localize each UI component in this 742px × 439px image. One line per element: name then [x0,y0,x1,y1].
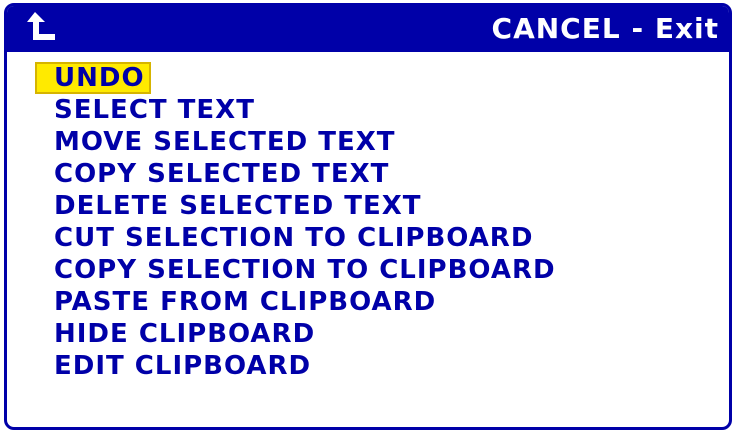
menu-item-undo[interactable]: UNDO [35,62,151,94]
menu-item-paste-from-clipboard[interactable]: PASTE FROM CLIPBOARD [35,286,560,318]
back-button[interactable] [25,10,61,44]
menu-item-edit-clipboard[interactable]: EDIT CLIPBOARD [35,350,560,382]
menu-list: UNDO SELECT TEXT MOVE SELECTED TEXT COPY… [35,62,560,382]
menu-item-undo-row: UNDO [35,62,560,94]
menu-item-delete-selected-text[interactable]: DELETE SELECTED TEXT [35,190,560,222]
menu-item-hide-clipboard[interactable]: HIDE CLIPBOARD [35,318,560,350]
edit-menu-window: CANCEL - Exit UNDO SELECT TEXT MOVE SELE… [4,3,732,430]
menu-item-copy-selected-text[interactable]: COPY SELECTED TEXT [35,158,560,190]
menu-item-cut-selection-to-clipboard[interactable]: CUT SELECTION TO CLIPBOARD [35,222,560,254]
title-bar: CANCEL - Exit [7,6,729,52]
menu-item-copy-selection-to-clipboard[interactable]: COPY SELECTION TO CLIPBOARD [35,254,560,286]
back-arrow-icon [27,12,55,40]
menu-item-select-text[interactable]: SELECT TEXT [35,94,560,126]
menu-item-move-selected-text[interactable]: MOVE SELECTED TEXT [35,126,560,158]
window-title: CANCEL - Exit [491,12,719,45]
